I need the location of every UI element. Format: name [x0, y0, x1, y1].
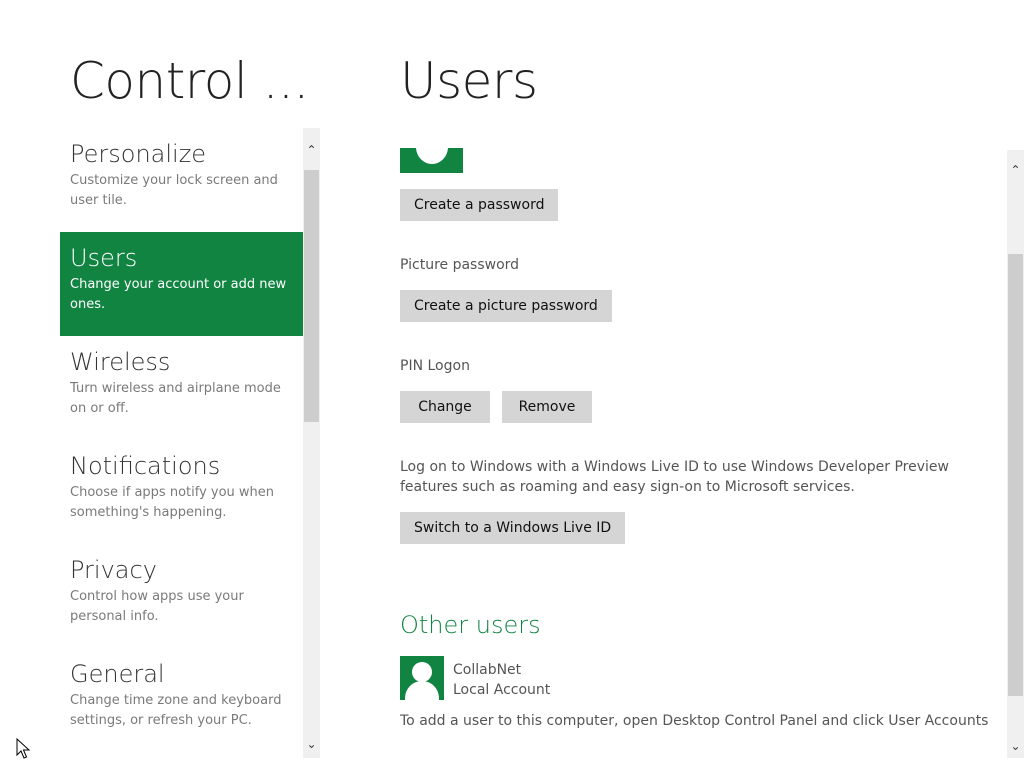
nav-item-description: Choose if apps notify you when something…: [70, 485, 275, 520]
create-password-button[interactable]: Create a password: [400, 189, 559, 221]
nav-item-title: Notifications: [70, 452, 221, 480]
chevron-up-icon[interactable]: ⌃: [303, 142, 320, 159]
app-title: Control ...: [70, 52, 309, 110]
control-panel-app: Control ... Personalize Customize your l…: [0, 0, 1024, 768]
nav-item-description: Turn wireless and airplane mode on or of…: [70, 381, 281, 416]
other-user-item[interactable]: CollabNet Local Account: [400, 656, 800, 700]
chevron-down-icon[interactable]: ⌄: [1007, 738, 1024, 755]
nav-item-description: Change your account or add new ones.: [70, 277, 287, 312]
nav-item-notifications[interactable]: Notifications Choose if apps notify you …: [60, 440, 303, 544]
remove-pin-button[interactable]: Remove: [502, 391, 592, 423]
chevron-down-icon[interactable]: ⌄: [303, 736, 320, 753]
nav-item-description: Change time zone and keyboard settings, …: [70, 693, 282, 728]
pin-logon-label: PIN Logon: [400, 358, 470, 374]
user-avatar-icon: [400, 148, 463, 173]
picture-password-label: Picture password: [400, 257, 520, 273]
user-avatar-icon: [400, 656, 444, 700]
change-pin-button[interactable]: Change: [400, 391, 490, 423]
other-user-account-type: Local Account: [453, 682, 551, 698]
nav-item-personalize[interactable]: Personalize Customize your lock screen a…: [60, 128, 303, 232]
nav-item-description: Control how apps use your personal info.: [70, 589, 244, 624]
create-picture-password-button[interactable]: Create a picture password: [400, 290, 612, 322]
nav-item-users[interactable]: Users Change your account or add new one…: [60, 232, 303, 336]
page-title: Users: [400, 52, 538, 110]
other-user-name: CollabNet: [453, 662, 522, 678]
nav-scrollbar-thumb[interactable]: [304, 170, 319, 422]
switch-live-id-button[interactable]: Switch to a Windows Live ID: [400, 512, 626, 544]
nav-item-general[interactable]: General Change time zone and keyboard se…: [60, 648, 303, 752]
nav-item-wireless[interactable]: Wireless Turn wireless and airplane mode…: [60, 336, 303, 440]
content-scrollbar[interactable]: ⌃ ⌄: [1007, 150, 1024, 758]
nav-scrollbar[interactable]: ⌃ ⌄: [303, 128, 320, 758]
content-scrollbar-thumb[interactable]: [1008, 254, 1023, 696]
nav-item-privacy[interactable]: Privacy Control how apps use your person…: [60, 544, 303, 648]
settings-nav-list: Personalize Customize your lock screen a…: [60, 128, 303, 758]
chevron-up-icon[interactable]: ⌃: [1007, 162, 1024, 179]
live-id-description: Log on to Windows with a Windows Live ID…: [400, 459, 949, 495]
other-users-header: Other users: [400, 611, 541, 639]
nav-item-description: Customize your lock screen and user tile…: [70, 173, 278, 208]
nav-item-title: Wireless: [70, 348, 171, 376]
nav-item-title: Personalize: [70, 140, 207, 168]
nav-item-title: Users: [70, 244, 138, 272]
add-user-instructions: To add a user to this computer, open Des…: [400, 713, 989, 729]
mouse-pointer-icon: [16, 738, 31, 759]
nav-item-title: Privacy: [70, 556, 157, 584]
nav-item-title: General: [70, 660, 165, 688]
